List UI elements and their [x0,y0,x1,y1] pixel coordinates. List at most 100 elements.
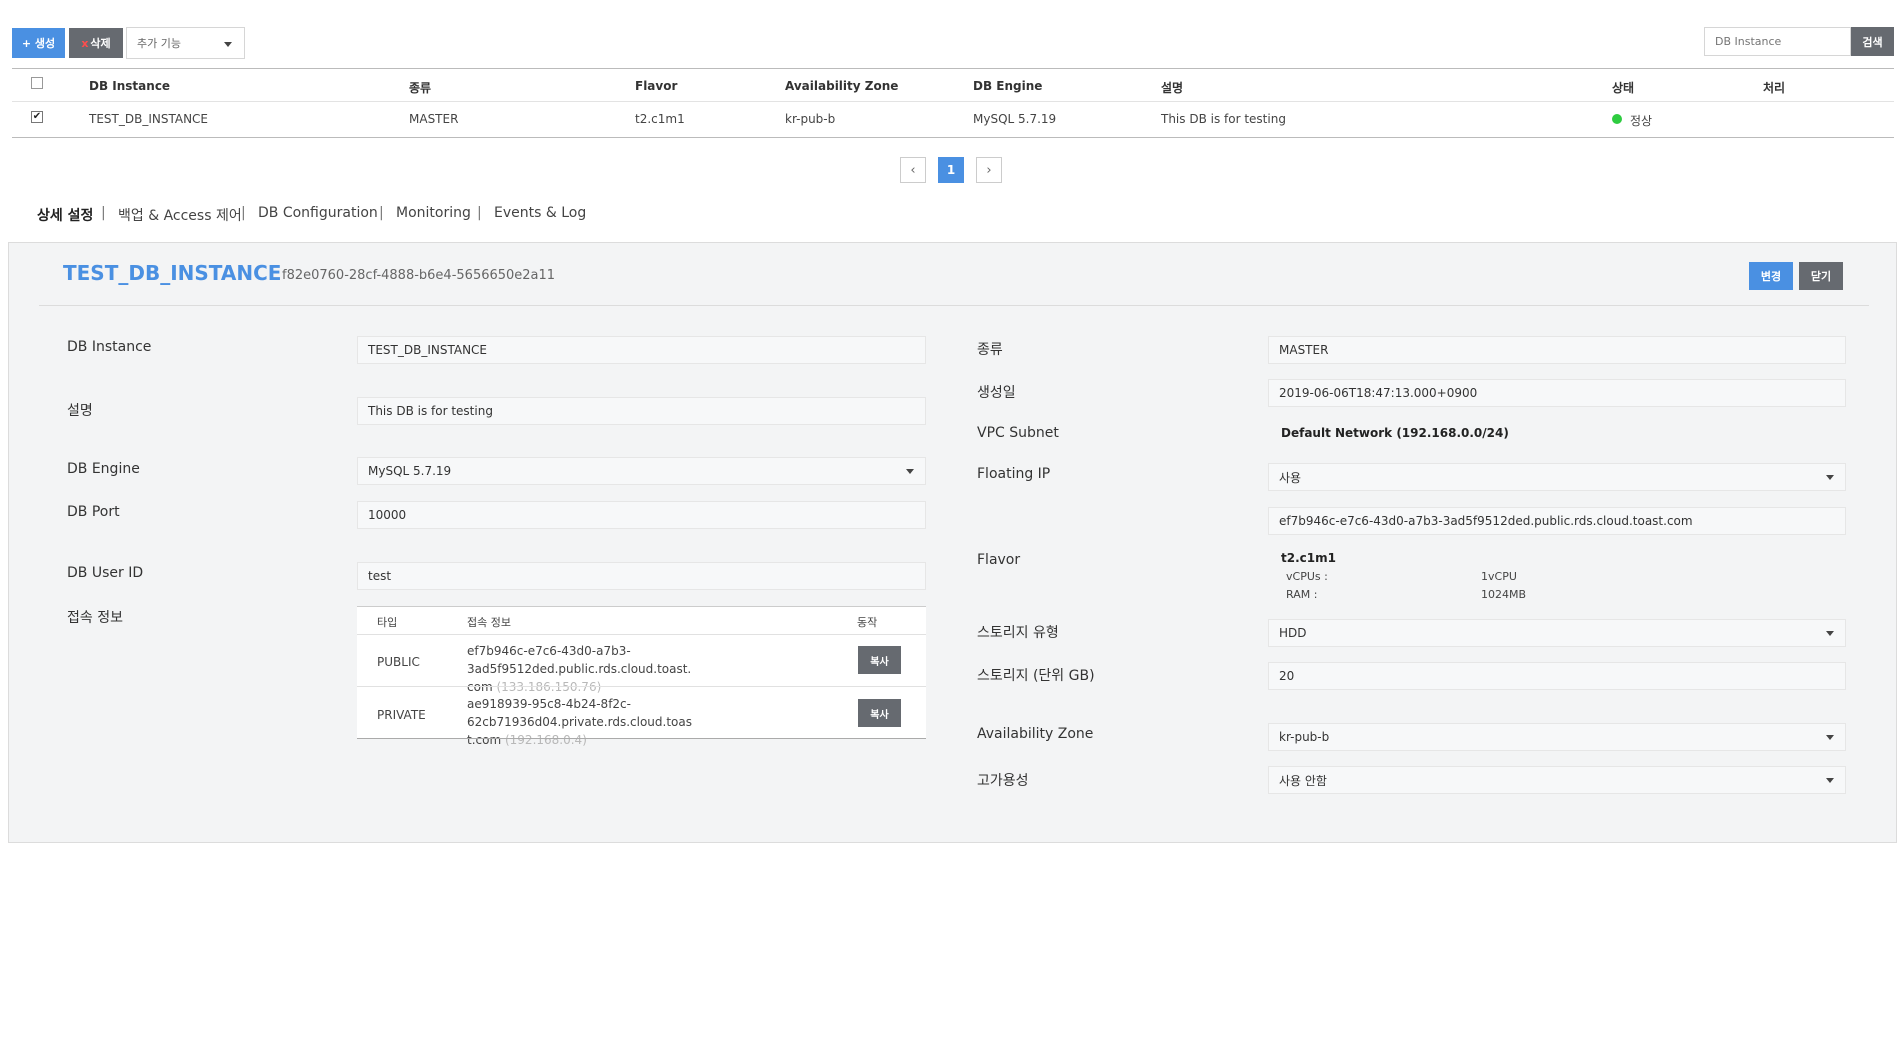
copy-private-button[interactable]: 복사 [858,699,901,727]
row-db-instance: TEST_DB_INSTANCE [89,112,209,126]
detail-panel: TEST_DB_INSTANCE f82e0760-28cf-4888-b6e4… [8,242,1897,843]
storage-size-value: 20 [1279,669,1295,683]
db-user-id-value: test [368,569,392,583]
conn-row-host: ae918939-95c8-4b24-8f2c-62cb71936d04.pri… [467,695,847,749]
detail-header-divider [39,305,1869,306]
row-engine: MySQL 5.7.19 [973,112,1057,126]
tab-separator: | [241,205,246,221]
vpc-subnet-label: VPC Subnet [977,425,1059,441]
row-type: MASTER [409,112,459,126]
vcpu-label: vCPUs : [1286,570,1328,583]
chevron-down-icon [224,42,232,47]
table-bottom-border [12,137,1894,138]
delete-button[interactable]: x 삭제 [69,28,123,58]
select-all-checkbox[interactable] [31,77,43,89]
high-availability-label: 고가용성 [977,773,1029,789]
created-field[interactable]: 2019-06-06T18:47:13.000+0900 [1268,379,1846,407]
availability-zone-value: kr-pub-b [1279,730,1330,744]
availability-zone-select[interactable]: kr-pub-b [1268,723,1846,751]
connection-table-bottom [357,738,926,739]
storage-type-value: HDD [1279,626,1307,640]
tab-events-log[interactable]: Events & Log [494,205,586,221]
chevron-down-icon [906,469,914,474]
chevron-down-icon [1826,631,1834,636]
storage-size-label: 스토리지 (단위 GB) [977,668,1095,684]
pager-page-1[interactable]: 1 [938,157,964,183]
conn-row-type: PRIVATE [377,708,426,722]
db-user-id-label: DB User ID [67,565,144,581]
floating-ip-host-field[interactable]: ef7b946c-e7c6-43d0-a7b3-3ad5f9512ded.pub… [1268,507,1846,535]
db-engine-label: DB Engine [67,461,140,477]
search-input[interactable] [1704,27,1851,56]
created-value: 2019-06-06T18:47:13.000+0900 [1279,386,1478,400]
close-button-label: 닫기 [1810,270,1832,283]
row-status: 정상 [1630,114,1653,128]
conn-row-divider [357,686,926,687]
connection-info-label: 접속 정보 [67,610,123,626]
close-button[interactable]: 닫기 [1799,262,1843,290]
db-port-value: 10000 [368,508,407,522]
tab-backup-access[interactable]: 백업 & Access 제어 [118,205,242,225]
db-instance-field[interactable]: TEST_DB_INSTANCE [357,336,926,364]
high-availability-select[interactable]: 사용 안함 [1268,766,1846,794]
db-user-id-field[interactable]: test [357,562,926,590]
db-instance-label: DB Instance [67,339,152,355]
created-label: 생성일 [977,385,1016,401]
tab-monitoring[interactable]: Monitoring [396,205,471,221]
pager-current-label: 1 [946,163,956,177]
chevron-down-icon [1826,735,1834,740]
col-header-status: 상태 [1612,81,1635,95]
col-header-action: 처리 [1763,81,1786,95]
db-port-field[interactable]: 10000 [357,501,926,529]
tab-separator: | [101,205,106,221]
vcpu-value: 1vCPU [1481,570,1517,583]
row-checkbox[interactable]: ✔ [31,111,43,123]
search-button-label: 검색 [1862,35,1883,49]
db-engine-select[interactable]: MySQL 5.7.19 [357,457,926,485]
floating-ip-value: 사용 [1279,470,1302,485]
search-button[interactable]: 검색 [1851,27,1894,56]
kind-field[interactable]: MASTER [1268,336,1846,364]
chevron-down-icon [1826,475,1834,480]
tab-db-configuration[interactable]: DB Configuration [258,205,378,221]
row-description: This DB is for testing [1161,112,1286,126]
description-field[interactable]: This DB is for testing [357,397,926,425]
col-header-flavor: Flavor [635,79,678,93]
table-top-border [12,68,1894,69]
ram-label: RAM : [1286,588,1318,601]
col-header-type: 종류 [409,81,432,95]
create-button-label: + 생성 [21,37,56,50]
ram-value: 1024MB [1481,588,1527,601]
chevron-right-icon: › [986,162,992,178]
conn-row-type: PUBLIC [377,655,420,669]
kind-value: MASTER [1279,343,1329,357]
description-value: This DB is for testing [368,404,493,418]
storage-type-select[interactable]: HDD [1268,619,1846,647]
pager-prev-button[interactable]: ‹ [900,157,926,183]
conn-ip: (133.186.150.76) [496,680,602,694]
conn-header-action: 동작 [857,616,878,629]
row-flavor: t2.c1m1 [635,112,685,126]
conn-row-host: ef7b946c-e7c6-43d0-a7b3-3ad5f9512ded.pub… [467,642,847,696]
conn-host-line2: com [467,680,493,694]
more-actions-select[interactable]: 추가 기능 [126,27,245,59]
conn-host-line1: ef7b946c-e7c6-43d0-a7b3-3ad5f9512ded.pub… [467,644,692,676]
floating-ip-select[interactable]: 사용 [1268,463,1846,491]
availability-zone-label: Availability Zone [977,726,1094,742]
storage-size-field[interactable]: 20 [1268,662,1846,690]
tab-separator: | [379,205,384,221]
pager-next-button[interactable]: › [976,157,1002,183]
edit-button[interactable]: 변경 [1749,262,1793,290]
db-port-label: DB Port [67,504,120,520]
copy-public-button[interactable]: 복사 [858,646,901,674]
kind-label: 종류 [977,342,1003,358]
more-actions-label: 추가 기능 [137,37,181,50]
conn-host-line2: t.com [467,733,502,747]
vpc-subnet-value: Default Network (192.168.0.0/24) [1281,426,1509,440]
storage-type-label: 스토리지 유형 [977,625,1059,641]
copy-button-label: 복사 [870,709,889,721]
create-button[interactable]: + 생성 [12,28,65,58]
tab-separator: | [477,205,482,221]
flavor-label: Flavor [977,552,1021,568]
tab-detail-settings[interactable]: 상세 설정 [37,205,93,225]
